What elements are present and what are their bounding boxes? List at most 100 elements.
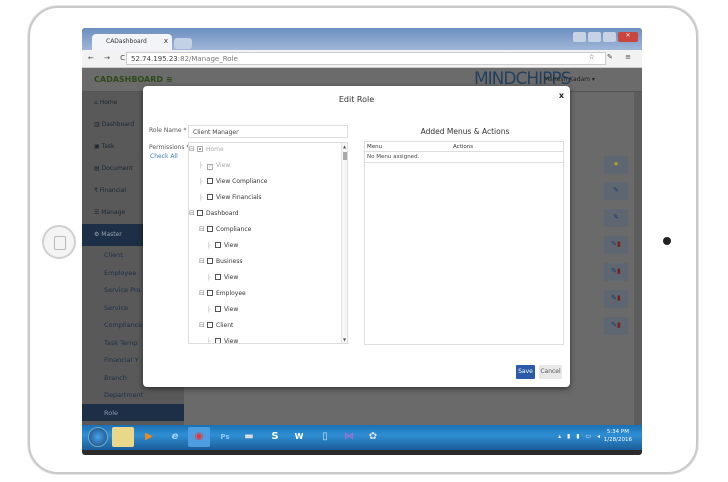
url-input[interactable]: 52.74.195.23:82/Manage_Role [126, 52, 606, 65]
tree-node-label: Business [216, 258, 243, 265]
edit-delete-icons[interactable]: ✎▮ [604, 236, 628, 254]
photoshop-icon[interactable]: Ps [214, 427, 236, 447]
tab-close-icon[interactable]: x [164, 37, 168, 45]
checkbox[interactable]: ✓ [207, 164, 213, 170]
notepad-icon[interactable]: ▯ [314, 427, 336, 447]
expand-toggle-icon[interactable]: ⊟ [189, 209, 195, 217]
tree-node[interactable]: View [215, 274, 238, 281]
tree-node[interactable]: Dashboard [197, 210, 239, 217]
star-icon[interactable]: ★ [604, 156, 628, 174]
checkbox[interactable] [207, 178, 213, 184]
tree-node[interactable]: Business [207, 258, 242, 265]
checkbox[interactable] [207, 226, 213, 232]
chrome-icon[interactable]: ◉ [188, 427, 210, 447]
edit-icon[interactable]: ✎ [604, 182, 628, 200]
window-controls: ✕ [573, 32, 638, 42]
new-tab-button[interactable] [174, 38, 192, 49]
start-button[interactable] [88, 427, 108, 447]
expand-toggle-icon[interactable]: ⊟ [199, 225, 205, 233]
url-host: 52.74.195.23 [131, 55, 178, 63]
edit-delete-icons[interactable]: ✎▮ [604, 290, 628, 308]
checkbox[interactable] [197, 146, 203, 152]
tree-scrollbar[interactable]: ▲ ▼ [341, 143, 347, 343]
sidebar-sub-role[interactable]: Role [82, 403, 184, 421]
app-logo[interactable]: CADASHBOARD ≡ [94, 75, 173, 84]
tablet-camera [663, 237, 671, 245]
expand-toggle-icon[interactable]: ⊟ [199, 257, 205, 265]
system-tray-icons[interactable]: ▴ ▮ ▮ ▭ ◂ [558, 433, 602, 440]
edit-icon[interactable]: ✎ [604, 209, 628, 227]
tree-line: ├ [207, 242, 211, 249]
tree-node-label: View Financials [216, 194, 262, 201]
cmd-icon[interactable]: ▬ [238, 427, 260, 447]
tree-node-label: View [224, 242, 239, 249]
page-scrollbar[interactable] [634, 92, 642, 425]
checkbox[interactable] [197, 210, 203, 216]
expand-toggle-icon[interactable]: ⊟ [199, 289, 205, 297]
expand-toggle-icon[interactable]: ⊟ [199, 321, 205, 329]
tree-line: ├ [199, 162, 203, 169]
media-player-icon[interactable]: ▶ [138, 427, 160, 447]
empty-row: No Menu assigned. [365, 152, 563, 163]
tree-node-label: View [224, 306, 239, 313]
tablet-home-button[interactable] [42, 225, 76, 259]
tree-node-label: Home [206, 146, 224, 153]
word-icon[interactable]: W [288, 427, 310, 447]
added-menus-title: Added Menus & Actions [420, 127, 510, 136]
tree-node[interactable]: Home [197, 146, 224, 153]
checkbox[interactable] [215, 306, 221, 312]
tree-node[interactable]: View Financials [207, 194, 262, 201]
close-icon[interactable]: x [559, 91, 564, 100]
tree-line: ├ [199, 178, 203, 185]
edit-delete-icons[interactable]: ✎▮ [604, 263, 628, 281]
checkbox[interactable] [207, 258, 213, 264]
save-button[interactable]: Save [516, 365, 535, 379]
column-menu: Menu [367, 144, 383, 150]
paint-icon[interactable]: ✿ [362, 427, 384, 447]
tree-node[interactable]: View Compliance [207, 178, 267, 185]
checkbox[interactable] [215, 338, 221, 343]
ie-icon[interactable]: e [164, 427, 186, 447]
clock-date: 1/28/2016 [603, 437, 632, 443]
edit-delete-icons[interactable]: ✎▮ [604, 317, 628, 335]
edit-role-modal: Edit Role x Role Name * Client Manager P… [143, 86, 570, 387]
clock-time: 5:34 PM [606, 429, 629, 435]
tree-node[interactable]: View [215, 306, 238, 313]
checkbox[interactable] [207, 290, 213, 296]
browser-tab-bar: CADashboard x ✕ [82, 28, 642, 50]
checkbox[interactable] [207, 194, 213, 200]
nav-buttons[interactable]: ← → C [88, 54, 129, 62]
tree-line: ├ [207, 306, 211, 313]
tree-node[interactable]: Compliance [207, 226, 251, 233]
cancel-button[interactable]: Cancel [539, 365, 562, 379]
tree-node-label: Client [216, 322, 234, 329]
visual-studio-icon[interactable]: ⋈ [338, 427, 360, 447]
table-header: Menu Actions [365, 142, 563, 152]
role-name-input[interactable]: Client Manager [188, 125, 348, 138]
checkbox[interactable] [215, 242, 221, 248]
clock[interactable]: 5:34 PM 1/28/2016 [604, 428, 632, 444]
column-actions: Actions [453, 144, 474, 150]
checkbox[interactable] [207, 322, 213, 328]
explorer-icon[interactable] [112, 427, 134, 447]
tree-node[interactable]: ✓ View [207, 162, 230, 170]
tree-node[interactable]: Employee [207, 290, 246, 297]
tree-node[interactable]: Client [207, 322, 233, 329]
tree-node-label: View [224, 338, 239, 344]
tab-title: CADashboard [106, 38, 147, 45]
user-menu[interactable]: Mahesh Kadam ▾ [544, 76, 595, 83]
tree-node[interactable]: View [215, 242, 238, 249]
browser-tab[interactable]: CADashboard x [92, 34, 172, 50]
user-icon[interactable] [573, 32, 586, 42]
expand-toggle-icon[interactable]: ⊟ [189, 145, 195, 153]
tree-node[interactable]: View [215, 338, 239, 344]
check-all-link[interactable]: Check All [150, 153, 178, 160]
checkbox[interactable] [215, 274, 221, 280]
sidebar-sub-department[interactable]: Department [82, 386, 184, 404]
tree-line: ├ [207, 338, 211, 344]
close-window-button[interactable]: ✕ [618, 32, 638, 42]
maximize-button[interactable] [603, 32, 616, 42]
skype-icon[interactable]: S [264, 427, 286, 447]
browser-menu-icons[interactable]: ☆ ✎ ≡ [589, 53, 636, 61]
minimize-button[interactable] [588, 32, 601, 42]
